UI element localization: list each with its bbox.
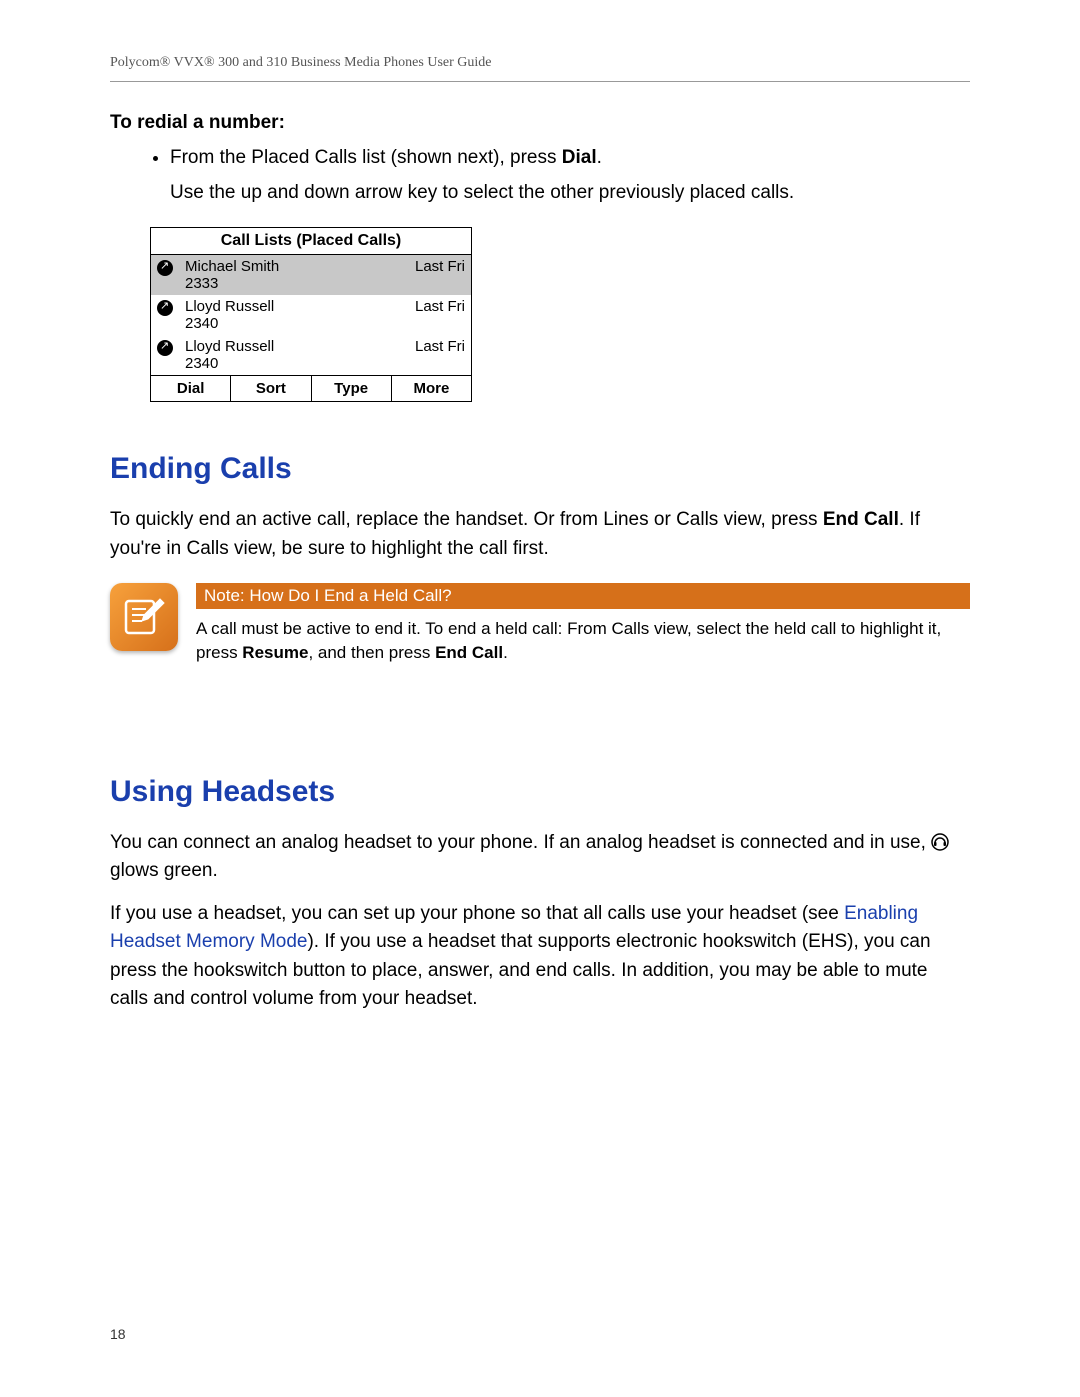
outgoing-call-icon <box>157 260 177 280</box>
redial-bullet-text-1: From the Placed Calls list (shown next),… <box>170 147 562 168</box>
running-header: Polycom® VVX® 300 and 310 Business Media… <box>110 55 970 81</box>
note-text: A call must be active to end it. To end … <box>196 609 970 665</box>
headsets-paragraph-2: If you use a headset, you can set up you… <box>110 900 970 1014</box>
note-title: Note: How Do I End a Held Call? <box>196 583 970 609</box>
redial-bullet: From the Placed Calls list (shown next),… <box>170 144 970 207</box>
placed-call-row: Lloyd Russell 2340 Last Fri <box>151 335 471 375</box>
redial-bullet-text-2: . <box>597 147 602 168</box>
headset-key-icon <box>931 832 949 850</box>
phone-title: Call Lists (Placed Calls) <box>151 228 471 255</box>
bold-end-call: End Call <box>435 643 503 662</box>
outgoing-call-icon <box>157 340 177 360</box>
placed-call-row: Michael Smith 2333 Last Fri <box>151 255 471 295</box>
placed-call-row: Lloyd Russell 2340 Last Fri <box>151 295 471 335</box>
call-extension: 2340 <box>185 315 415 332</box>
softkey-dial[interactable]: Dial <box>151 376 231 401</box>
call-extension: 2340 <box>185 355 415 372</box>
heading-using-headsets: Using Headsets <box>110 775 970 809</box>
bold-end-call: End Call <box>823 509 899 530</box>
ending-calls-paragraph: To quickly end an active call, replace t… <box>110 506 970 563</box>
text: If you use a headset, you can set up you… <box>110 903 844 924</box>
note-icon <box>110 583 178 651</box>
call-name: Lloyd Russell <box>185 298 415 315</box>
call-name: Michael Smith <box>185 258 415 275</box>
call-name: Lloyd Russell <box>185 338 415 355</box>
page-number: 18 <box>110 1326 126 1342</box>
bold-resume: Resume <box>242 643 308 662</box>
call-time: Last Fri <box>415 258 465 275</box>
call-time: Last Fri <box>415 338 465 355</box>
softkey-sort[interactable]: Sort <box>231 376 311 401</box>
text: glows green. <box>110 860 218 881</box>
call-time: Last Fri <box>415 298 465 315</box>
heading-ending-calls: Ending Calls <box>110 452 970 486</box>
redial-subhead: To redial a number: <box>110 112 970 134</box>
softkey-type[interactable]: Type <box>312 376 392 401</box>
softkey-more[interactable]: More <box>392 376 471 401</box>
call-extension: 2333 <box>185 275 415 292</box>
outgoing-call-icon <box>157 300 177 320</box>
redial-bullet-bold: Dial <box>562 147 597 168</box>
text: To quickly end an active call, replace t… <box>110 509 823 530</box>
headsets-paragraph-1: You can connect an analog headset to you… <box>110 829 970 886</box>
text: , and then press <box>308 643 435 662</box>
text: . <box>503 643 508 662</box>
phone-screenshot: Call Lists (Placed Calls) Michael Smith … <box>150 227 472 402</box>
text: You can connect an analog headset to you… <box>110 832 931 853</box>
note-callout: Note: How Do I End a Held Call? A call m… <box>110 583 970 665</box>
redial-bullet-after: Use the up and down arrow key to select … <box>170 179 970 208</box>
header-divider <box>110 81 970 82</box>
